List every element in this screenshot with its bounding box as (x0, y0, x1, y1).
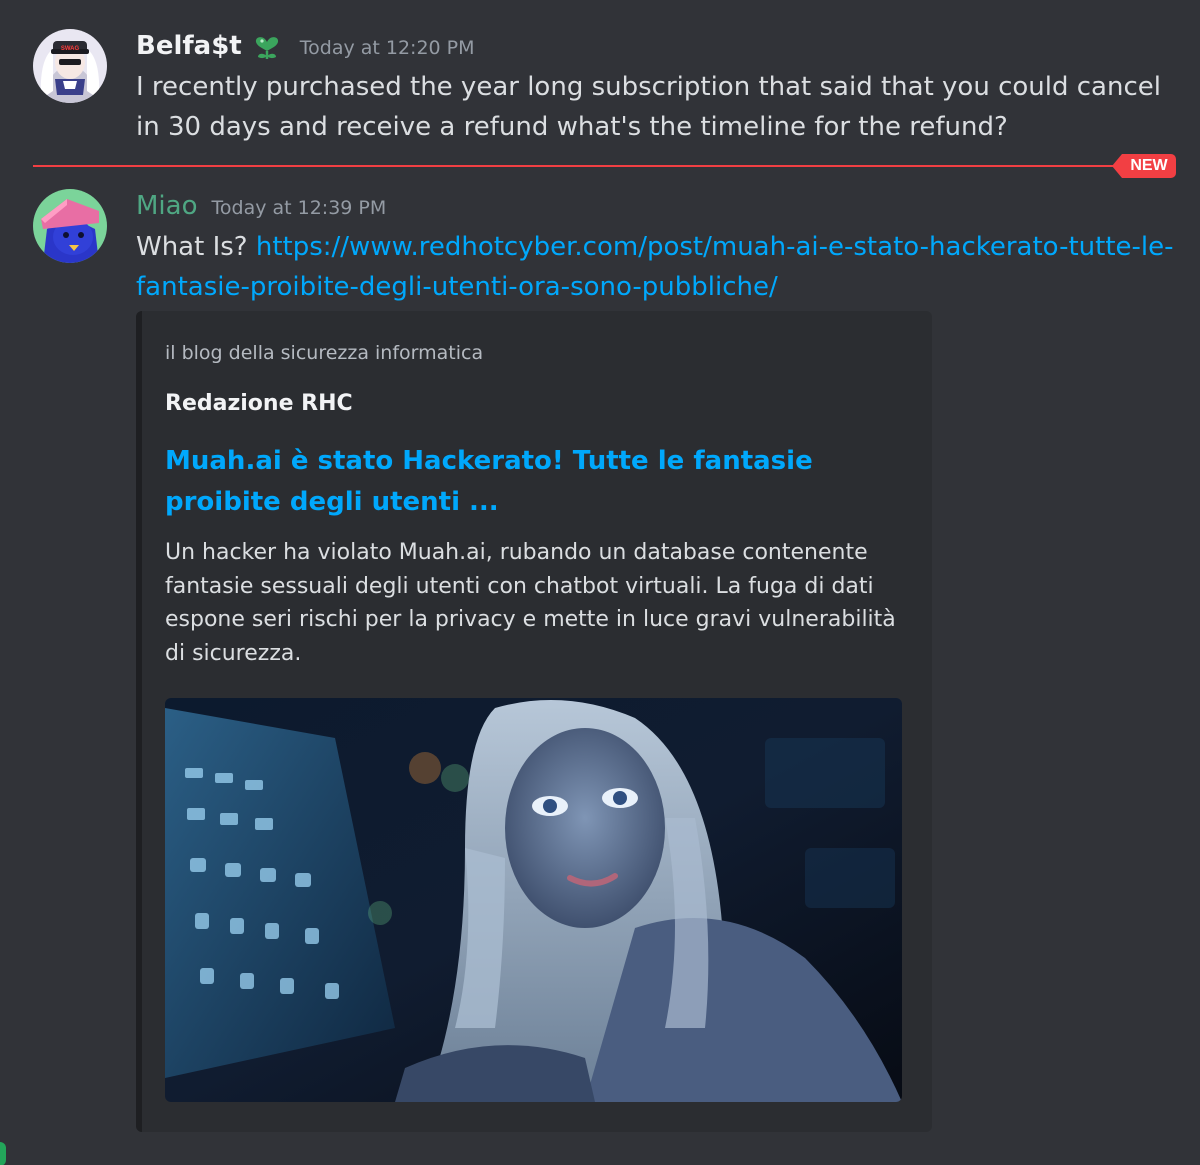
message-header: Miao Today at 12:39 PM (136, 188, 386, 224)
chat-view: SWAG Belfa$t Today at 12:20 PM I recentl… (0, 0, 1200, 1165)
message-timestamp: Today at 12:39 PM (211, 197, 387, 219)
new-label: NEW (1122, 154, 1176, 178)
embed-image[interactable] (165, 698, 902, 1102)
message-content: What Is? https://www.redhotcyber.com/pos… (136, 227, 1176, 307)
new-messages-divider (33, 165, 1118, 167)
embed-title-link[interactable]: Muah.ai è stato Hackerato! Tutte le fant… (165, 441, 885, 523)
new-messages-badge: NEW (1112, 154, 1176, 178)
svg-text:SWAG: SWAG (61, 46, 80, 52)
embed-author: Redazione RHC (165, 391, 353, 416)
message-content: I recently purchased the year long subsc… (136, 72, 1161, 142)
message-header: Belfa$t Today at 12:20 PM (136, 28, 475, 64)
message-text: What Is? (136, 232, 256, 262)
username[interactable]: Belfa$t (136, 28, 242, 64)
message-timestamp: Today at 12:20 PM (299, 37, 475, 59)
badge-arrow (1112, 154, 1122, 178)
message-link[interactable]: https://www.redhotcyber.com/post/muah-ai… (136, 232, 1174, 302)
link-embed: il blog della sicurezza informatica Reda… (136, 311, 932, 1132)
embed-accent-bar (136, 311, 142, 1132)
embed-provider: il blog della sicurezza informatica (165, 342, 484, 364)
username[interactable]: Miao (136, 188, 198, 224)
embed-description: Un hacker ha violato Muah.ai, rubando un… (165, 540, 896, 666)
avatar[interactable]: SWAG (33, 29, 107, 103)
avatar[interactable] (33, 189, 107, 263)
status-indicator (0, 1142, 6, 1165)
heart-flower-icon[interactable] (250, 29, 284, 63)
